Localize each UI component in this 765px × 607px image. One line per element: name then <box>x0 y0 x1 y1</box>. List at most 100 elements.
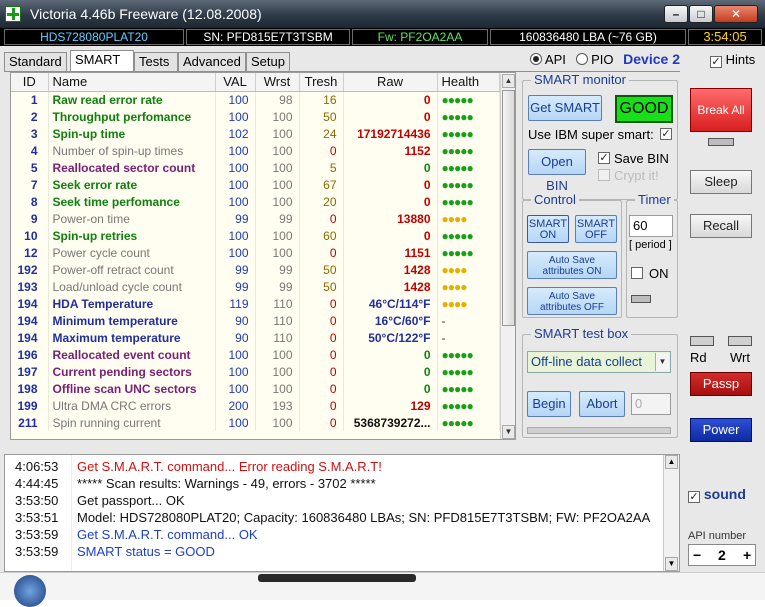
table-row[interactable]: 4 Number of spin-up times 100 100 0 1152 ●●●●● <box>11 142 500 159</box>
timer-on-checkbox[interactable] <box>631 267 643 279</box>
api-radio[interactable] <box>530 53 542 65</box>
pio-radio[interactable] <box>575 53 588 65</box>
cell-health: ●●●●● <box>437 346 500 363</box>
table-row[interactable]: 7 Seek error rate 100 100 67 0 ●●●●● <box>11 176 500 193</box>
table-row[interactable]: 9 Power-on time 99 99 0 13880 ●●●● <box>11 210 500 227</box>
log-message: Model: HDS728080PLAT20; Capacity: 160836… <box>77 510 651 525</box>
table-row[interactable]: 194 Minimum temperature 90 110 0 16°C/60°F - <box>11 312 500 329</box>
table-row[interactable]: 193 Load/unload cycle count 99 99 50 1428 ●●●● <box>11 278 500 295</box>
scroll-down-icon[interactable]: ▼ <box>665 557 678 571</box>
column-header-id[interactable]: ID <box>11 73 49 92</box>
table-row[interactable]: 197 Current pending sectors 100 100 0 0 ●●●●● <box>11 363 500 380</box>
tab-advanced[interactable]: Advanced <box>178 52 246 72</box>
increment-button[interactable]: + <box>743 547 751 563</box>
close-button[interactable]: ✕ <box>714 5 758 23</box>
cell-id: 9 <box>11 210 49 227</box>
scroll-up-icon[interactable]: ▲ <box>665 455 678 469</box>
table-row[interactable]: 198 Offline scan UNC sectors 100 100 0 0 ●●●●● <box>11 380 500 397</box>
tab-standard[interactable]: Standard <box>4 52 67 72</box>
device-label[interactable]: Device 2 <box>623 51 680 67</box>
cell-name: Load/unload cycle count <box>48 278 216 295</box>
table-row[interactable]: 12 Power cycle count 100 100 0 1151 ●●●●● <box>11 244 500 261</box>
cell-id: 194 <box>11 312 49 329</box>
cell-wrst: 100 <box>255 193 300 210</box>
table-row[interactable]: 10 Spin-up retries 100 100 60 0 ●●●●● <box>11 227 500 244</box>
sleep-button[interactable]: Sleep <box>690 170 752 194</box>
open-bin-button[interactable]: Open BIN <box>528 149 586 193</box>
cell-wrst: 100 <box>255 125 300 142</box>
save-bin-checkbox[interactable]: ✓ <box>598 152 610 164</box>
cell-tresh: 24 <box>299 125 344 142</box>
log-time: 3:53:59 <box>15 527 59 542</box>
minimize-button[interactable]: – <box>664 5 688 23</box>
scroll-thumb[interactable] <box>502 90 515 326</box>
log-time: 3:53:51 <box>15 510 59 525</box>
timer-period-input[interactable]: 60 <box>629 215 673 237</box>
sound-toggle[interactable]: ✓ sound <box>688 486 746 503</box>
table-row[interactable]: 1 Raw read error rate 100 98 16 0 ●●●●● <box>11 91 500 108</box>
tab-tests[interactable]: Tests <box>134 52 178 72</box>
column-header-wrst[interactable]: Wrst <box>255 73 300 92</box>
autosave-on-button[interactable]: Auto Save attributes ON <box>527 251 617 279</box>
cell-name: Offline scan UNC sectors <box>48 380 216 397</box>
autosave-off-button[interactable]: Auto Save attributes OFF <box>527 287 617 315</box>
tab-setup[interactable]: Setup <box>246 52 290 72</box>
column-header-raw[interactable]: Raw <box>343 73 438 92</box>
smart-on-button[interactable]: SMART ON <box>527 215 569 243</box>
cell-wrst: 100 <box>255 346 300 363</box>
column-header-val[interactable]: VAL <box>215 73 256 92</box>
table-row[interactable]: 3 Spin-up time 102 100 24 17192714436 ●●●●● <box>11 125 500 142</box>
hints-toggle[interactable]: ✓ Hints <box>710 52 755 68</box>
decrement-button[interactable]: − <box>693 547 701 563</box>
power-button[interactable]: Power <box>690 418 752 442</box>
column-header-health[interactable]: Health <box>437 73 500 92</box>
recall-button[interactable]: Recall <box>690 214 752 238</box>
cell-id: 192 <box>11 261 49 278</box>
cell-wrst: 100 <box>255 380 300 397</box>
taskbar-item[interactable] <box>258 574 416 582</box>
passport-button[interactable]: Passp <box>690 372 752 396</box>
table-row[interactable]: 194 HDA Temperature 119 110 0 46°C/114°F ●●●● <box>11 295 500 312</box>
cell-val: 99 <box>215 261 256 278</box>
get-smart-button[interactable]: Get SMART <box>528 95 602 121</box>
log-message: SMART status = GOOD <box>77 544 215 559</box>
column-header-name[interactable]: Name <box>48 73 216 92</box>
table-row[interactable]: 196 Reallocated event count 100 100 0 0 ●●●●● <box>11 346 500 363</box>
timer-indicator <box>631 295 651 303</box>
scroll-down-icon[interactable]: ▼ <box>502 425 515 439</box>
smart-off-button[interactable]: SMART OFF <box>575 215 617 243</box>
cell-wrst: 99 <box>255 210 300 227</box>
sound-checkbox[interactable]: ✓ <box>688 491 700 503</box>
table-scrollbar[interactable]: ▲ ▼ <box>500 74 515 439</box>
table-row[interactable]: 2 Throughput perfomance 100 100 50 0 ●●●●● <box>11 108 500 125</box>
begin-button[interactable]: Begin <box>527 391 571 417</box>
table-row[interactable]: 5 Reallocated sector count 100 100 5 0 ●●●●● <box>11 159 500 176</box>
maximize-button[interactable]: □ <box>689 5 713 23</box>
cell-val: 100 <box>215 380 256 397</box>
table-row[interactable]: 192 Power-off retract count 99 99 50 1428 ●●●● <box>11 261 500 278</box>
table-row[interactable]: 8 Seek time perfomance 100 100 20 0 ●●●●● <box>11 193 500 210</box>
cell-id: 12 <box>11 244 49 261</box>
cell-health: ●●●●● <box>437 91 500 108</box>
timer-period-label: [ period ] <box>629 239 672 251</box>
abort-button[interactable]: Abort <box>579 391 625 417</box>
column-header-tresh[interactable]: Tresh <box>299 73 344 92</box>
use-ibm-checkbox[interactable]: ✓ <box>660 128 672 140</box>
table-row[interactable]: 211 Spin running current 100 100 0 5368739272… <box>11 414 500 431</box>
hints-checkbox[interactable]: ✓ <box>710 56 722 68</box>
log-scrollbar[interactable]: ▲ ▼ <box>663 455 679 571</box>
scroll-up-icon[interactable]: ▲ <box>502 74 515 88</box>
table-row[interactable]: 194 Maximum temperature 90 110 0 50°C/122°F - <box>11 329 500 346</box>
tab-smart[interactable]: SMART <box>70 50 134 72</box>
table-row[interactable]: 199 Ultra DMA CRC errors 200 193 0 129 ●●●●● <box>11 397 500 414</box>
test-progress-input[interactable]: 0 <box>631 393 671 415</box>
cell-wrst: 100 <box>255 363 300 380</box>
break-all-button[interactable]: Break All <box>690 88 752 132</box>
start-orb-icon[interactable] <box>14 575 46 607</box>
test-type-select[interactable]: Off-line data collect ▼ <box>527 351 671 373</box>
drive-info-bar: HDS728080PLAT20 SN: PFD815E7T3TSBM Fw: P… <box>0 28 765 46</box>
api-number-stepper[interactable]: − 2 + <box>688 544 756 566</box>
cell-name: Power cycle count <box>48 244 216 261</box>
chevron-down-icon[interactable]: ▼ <box>655 353 669 371</box>
api-number-value[interactable]: 2 <box>718 547 726 563</box>
